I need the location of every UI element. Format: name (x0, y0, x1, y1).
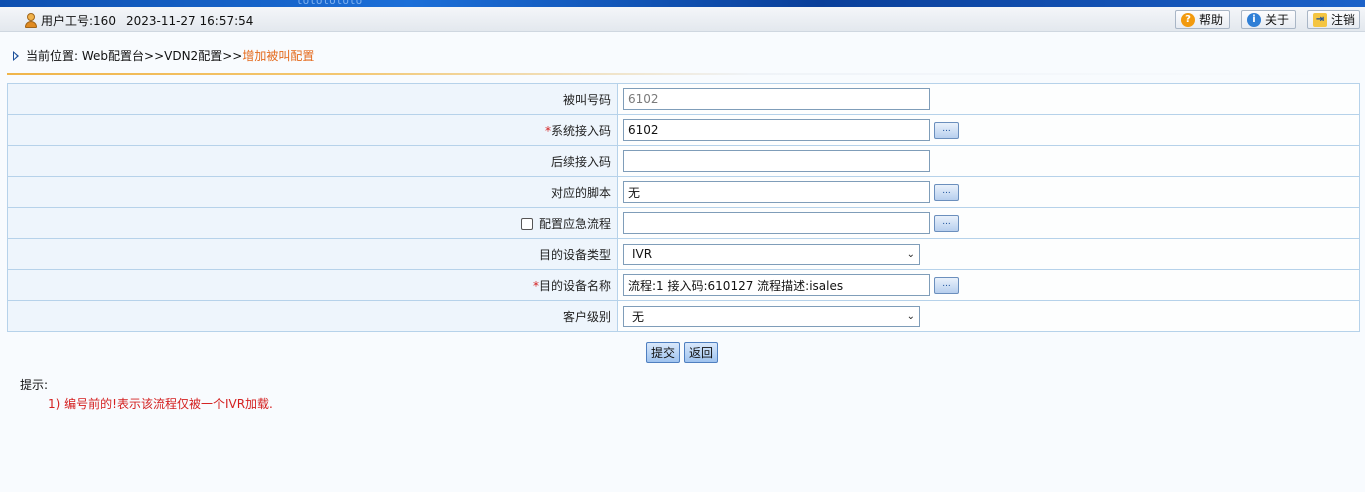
device-type-value: IVR (632, 247, 653, 261)
breadcrumb: 当前位置: Web配置台>>VDN2配置>> 增加被叫配置 (13, 47, 314, 64)
called-config-form: 被叫号码 *系统接入码 ... 后续接入码 对应的脚本 ... 配置应急流程 .… (7, 83, 1360, 332)
form-row-script: 对应的脚本 ... (7, 176, 1360, 208)
emergency-flow-browse-button[interactable]: ... (934, 214, 959, 232)
help-button[interactable]: ? 帮助 (1175, 10, 1231, 29)
breadcrumb-divider (7, 73, 1360, 75)
emergency-flow-input[interactable] (623, 212, 930, 234)
form-actions: 提交 返回 (646, 342, 719, 363)
device-name-input[interactable] (623, 274, 930, 296)
info-icon: i (1247, 12, 1261, 27)
about-button[interactable]: i 关于 (1241, 10, 1297, 29)
called-number-label: 被叫号码 (7, 83, 618, 115)
about-label: 关于 (1265, 13, 1290, 27)
emergency-flow-label: 配置应急流程 (7, 207, 618, 239)
followup-access-code-input[interactable] (623, 150, 930, 172)
device-type-label: 目的设备类型 (7, 238, 618, 270)
help-icon: ? (1181, 12, 1195, 27)
customer-level-value: 无 (632, 309, 645, 324)
user-icon (24, 13, 38, 28)
form-row-called-number: 被叫号码 (7, 83, 1360, 115)
hint-title: 提示: (20, 378, 49, 392)
chevron-down-icon: ⌄ (906, 310, 915, 322)
system-access-code-browse-button[interactable]: ... (934, 121, 959, 139)
logout-label: 注销 (1331, 13, 1356, 27)
system-access-code-input[interactable] (623, 119, 930, 141)
logout-icon: ⇥ (1313, 12, 1327, 27)
system-access-code-label: *系统接入码 (7, 114, 618, 146)
top-toolbar: 用户工号:160 2023-11-27 16:57:54 ? 帮助 i 关于 ⇥… (0, 7, 1365, 32)
breadcrumb-current: 增加被叫配置 (242, 49, 315, 63)
script-input[interactable] (623, 181, 930, 203)
back-button[interactable]: 返回 (684, 342, 719, 363)
device-name-label: *目的设备名称 (7, 269, 618, 301)
form-row-customer-level: 客户级别 无 ⌄ (7, 300, 1360, 332)
device-name-browse-button[interactable]: ... (934, 276, 959, 294)
form-row-emergency-flow: 配置应急流程 ... (7, 207, 1360, 239)
user-info: 用户工号:160 2023-11-27 16:57:54 (24, 12, 253, 29)
top-banner: lololololo (0, 0, 1365, 7)
breadcrumb-arrow-icon (13, 50, 19, 61)
form-row-followup-access-code: 后续接入码 (7, 145, 1360, 177)
customer-level-label: 客户级别 (7, 300, 618, 332)
help-label: 帮助 (1199, 13, 1224, 27)
form-row-system-access-code: *系统接入码 ... (7, 114, 1360, 146)
hint-item: 1) 编号前的!表示该流程仅被一个IVR加载. (48, 397, 273, 411)
form-row-device-name: *目的设备名称 ... (7, 269, 1360, 301)
called-number-input[interactable] (623, 88, 930, 110)
script-label: 对应的脚本 (7, 176, 618, 208)
submit-button[interactable]: 提交 (646, 342, 681, 363)
user-id-label: 用户工号:160 (41, 14, 116, 28)
customer-level-select[interactable]: 无 ⌄ (623, 305, 920, 327)
emergency-flow-checkbox[interactable] (520, 218, 533, 230)
device-type-select[interactable]: IVR ⌄ (623, 243, 920, 265)
script-browse-button[interactable]: ... (934, 183, 959, 201)
chevron-down-icon: ⌄ (906, 248, 915, 260)
logout-button[interactable]: ⇥ 注销 (1307, 10, 1361, 29)
datetime-label: 2023-11-27 16:57:54 (125, 13, 254, 28)
banner-decor-text: lololololo (296, 0, 363, 7)
followup-access-code-label: 后续接入码 (7, 145, 618, 177)
breadcrumb-path: 当前位置: Web配置台>>VDN2配置>> (26, 49, 243, 63)
form-row-device-type: 目的设备类型 IVR ⌄ (7, 238, 1360, 270)
